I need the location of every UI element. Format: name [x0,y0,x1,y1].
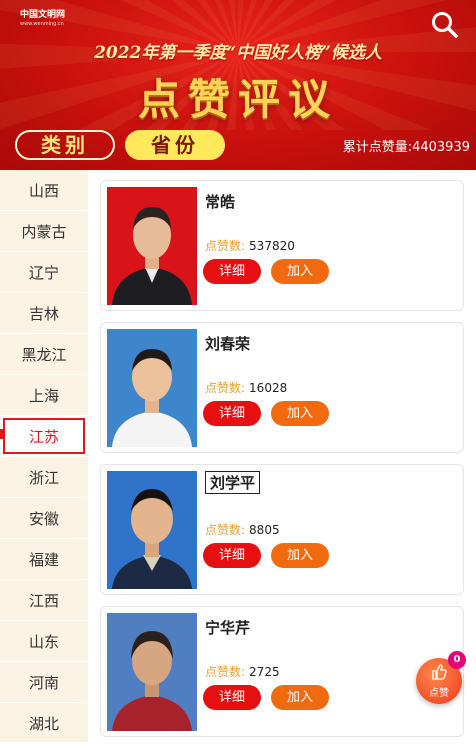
like-count-badge: 0 [448,651,466,669]
sidebar-item-jiangsu[interactable]: 江苏 [0,416,88,457]
sidebar-item-label: 山西 [28,181,59,200]
sidebar-item-label: 福建 [28,550,59,569]
candidate-card[interactable]: 常皓 点赞数: 537820 详细 加入 [100,180,464,311]
sidebar-item-label: 江苏 [28,427,59,446]
banner-subtitle: 2022年第一季度“中国好人榜”候选人 [94,43,382,63]
sidebar-item-label: 吉林 [28,304,59,323]
vote-count: 点赞数: 2725 [205,663,280,680]
total-likes-value: 4403939 [412,140,470,155]
sidebar-item-label: 浙江 [28,468,59,487]
detail-button[interactable]: 详细 [203,259,261,284]
sidebar-item-label: 内蒙古 [21,222,67,241]
sidebar-item-label: 湖北 [28,714,59,733]
detail-button[interactable]: 详细 [203,685,261,710]
sidebar-item-label: 黑龙江 [21,345,67,364]
total-likes-label: 累计点赞量 [342,140,408,155]
header-banner: 中国文明网 www.wenming.cn 2022年第一季度“中国好人榜”候选人… [0,0,476,170]
join-button[interactable]: 加入 [271,401,329,426]
sidebar-item-zhejiang[interactable]: 浙江 [0,457,88,498]
candidate-photo [107,329,197,447]
vote-count-value: 537820 [249,239,295,253]
candidate-card[interactable]: 宁华芹 点赞数: 2725 详细 加入 [100,606,464,737]
category-button[interactable]: 类别 [15,130,115,160]
vote-count-label: 点赞数: [205,523,246,537]
vote-count: 点赞数: 537820 [205,237,295,254]
province-button[interactable]: 省份 [125,130,225,160]
candidate-name: 刘春荣 [205,335,251,353]
active-item-box: 江苏 [3,418,85,454]
candidate-name: 刘学平 [205,471,261,494]
detail-button[interactable]: 详细 [203,401,261,426]
sidebar-item-liaoning[interactable]: 辽宁 [0,252,88,293]
candidate-list: 常皓 点赞数: 537820 详细 加入 刘春荣 点赞数: 16028 详细 加入 [100,180,464,748]
sidebar-item-fujian[interactable]: 福建 [0,539,88,580]
sidebar-item-label: 上海 [28,386,59,405]
sidebar-item-label: 辽宁 [28,263,59,282]
candidate-card[interactable]: 刘学平 点赞数: 8805 详细 加入 [100,464,464,595]
vote-count: 点赞数: 16028 [205,379,287,396]
sidebar-item-label: 江西 [28,591,59,610]
candidate-card[interactable]: 刘春荣 点赞数: 16028 详细 加入 [100,322,464,453]
sidebar-item-shandong[interactable]: 山东 [0,621,88,662]
sidebar-item-label: 河南 [28,673,59,692]
join-button[interactable]: 加入 [271,259,329,284]
vote-count-label: 点赞数: [205,381,246,395]
sidebar-item-label: 山东 [28,632,59,651]
candidate-photo [107,613,197,731]
vote-count-value: 16028 [249,381,288,395]
vote-count-label: 点赞数: [205,239,246,253]
sidebar-item-neimenggu[interactable]: 内蒙古 [0,211,88,252]
sidebar-item-heilongjiang[interactable]: 黑龙江 [0,334,88,375]
active-indicator [0,429,3,439]
vote-count-value: 8805 [249,523,280,537]
sidebar-item-shanghai[interactable]: 上海 [0,375,88,416]
site-logo[interactable]: 中国文明网 www.wenming.cn [20,10,80,28]
join-button[interactable]: 加入 [271,685,329,710]
province-sidebar: 山西 内蒙古 辽宁 吉林 黑龙江 上海 江苏 浙江 安徽 福建 江西 山东 河南… [0,170,88,744]
detail-button[interactable]: 详细 [203,543,261,568]
candidate-name: 宁华芹 [205,619,251,637]
sidebar-item-label: 安徽 [28,509,59,528]
page-title: 点赞评议 [137,75,338,124]
candidate-photo [107,471,197,589]
vote-count-value: 2725 [249,665,280,679]
candidate-name: 常皓 [205,193,236,211]
thumbs-up-icon [431,664,447,684]
search-icon[interactable] [430,10,460,40]
candidate-photo [107,187,197,305]
total-likes: 累计点赞量:4403939 [342,140,470,155]
sidebar-item-shanxi[interactable]: 山西 [0,170,88,211]
vote-count-label: 点赞数: [205,665,246,679]
sidebar-item-henan[interactable]: 河南 [0,662,88,703]
join-button[interactable]: 加入 [271,543,329,568]
sidebar-item-anhui[interactable]: 安徽 [0,498,88,539]
vote-count: 点赞数: 8805 [205,521,280,538]
sidebar-item-jiangxi[interactable]: 江西 [0,580,88,621]
sidebar-item-jilin[interactable]: 吉林 [0,293,88,334]
like-fab-label: 点赞 [429,688,449,699]
sidebar-item-hubei[interactable]: 湖北 [0,703,88,744]
